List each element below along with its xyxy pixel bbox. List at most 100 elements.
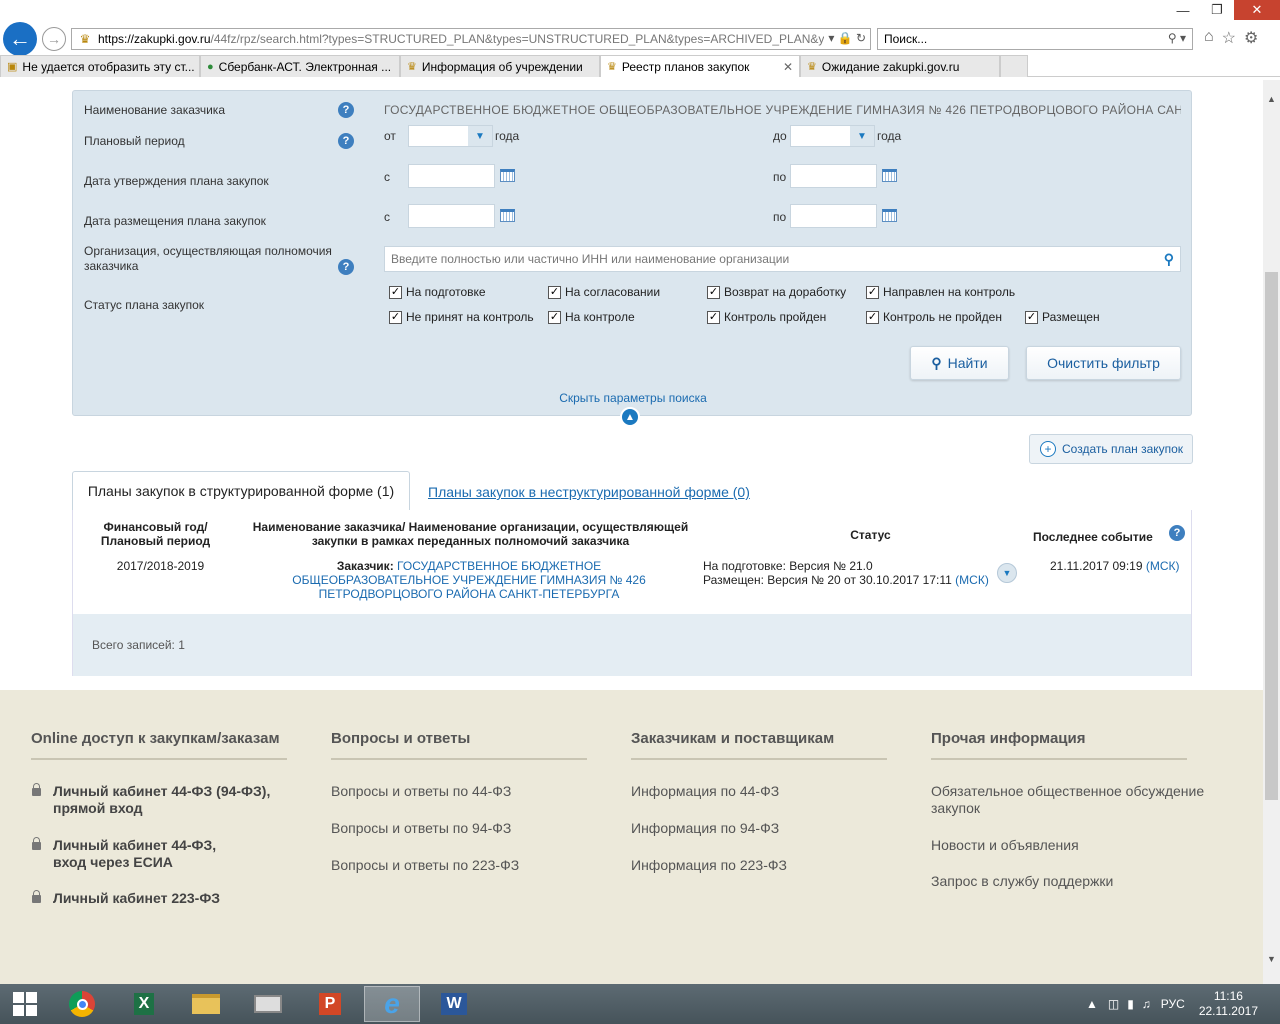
favorites-star-icon[interactable]: ☆ <box>1222 28 1236 48</box>
approval-date-to-input[interactable] <box>790 164 877 188</box>
scrollbar-thumb[interactable] <box>1265 272 1278 800</box>
maximize-icon[interactable]: ❐ <box>1200 0 1234 20</box>
browser-tab[interactable]: ♛ Информация об учреждении <box>400 55 600 77</box>
status-checkbox[interactable]: ✓ На подготовке <box>389 285 486 299</box>
address-bar[interactable]: ♛ https://zakupki.gov.ru /44fz/rpz/searc… <box>71 28 871 50</box>
period-from-select[interactable]: ▼ <box>408 125 493 147</box>
calendar-icon[interactable] <box>500 209 515 222</box>
help-icon[interactable]: ? <box>338 102 354 118</box>
year-label: года <box>495 129 520 143</box>
clock[interactable]: 11:16 22.11.2017 <box>1199 989 1258 1019</box>
footer-link[interactable]: Информация по 44-ФЗ <box>631 783 779 800</box>
create-plan-button[interactable]: + Создать план закупок <box>1029 434 1193 464</box>
scroll-down-icon[interactable]: ▼ <box>1263 954 1280 964</box>
home-icon[interactable]: ⌂ <box>1204 28 1214 48</box>
status-checkbox[interactable]: ✓ Направлен на контроль <box>866 285 1015 299</box>
help-icon[interactable]: ? <box>338 259 354 275</box>
tab-unstructured-plans[interactable]: Планы закупок в неструктурированной форм… <box>428 484 750 500</box>
scroll-up-icon[interactable]: ▲ <box>1263 94 1280 104</box>
scanner-icon[interactable] <box>240 986 296 1022</box>
volume-icon[interactable]: ♫ <box>1142 997 1151 1011</box>
placement-date-from-input[interactable] <box>408 204 495 228</box>
checkbox-checked-icon[interactable]: ✓ <box>1025 310 1038 324</box>
vertical-scrollbar[interactable]: ▲ ▼ <box>1263 80 1280 987</box>
status-checkbox[interactable]: ✓ Контроль не пройден <box>866 310 1002 324</box>
calendar-icon[interactable] <box>500 169 515 182</box>
find-button[interactable]: ⚲ Найти <box>910 346 1009 380</box>
internet-explorer-icon[interactable]: e <box>364 986 420 1022</box>
tz-link[interactable]: (МСК) <box>955 573 989 587</box>
chevron-down-icon[interactable]: ▼ <box>997 563 1017 583</box>
tab-structured-plans[interactable]: Планы закупок в структурированной форме … <box>72 471 410 510</box>
browser-search-input[interactable]: Поиск... ⚲ ▾ <box>877 28 1193 50</box>
browser-tab-active[interactable]: ♛ Реестр планов закупок ✕ <box>600 55 800 77</box>
file-explorer-icon[interactable] <box>178 986 234 1022</box>
footer-link[interactable]: Информация по 94-ФЗ <box>631 820 779 837</box>
battery-icon[interactable]: ▮ <box>1127 997 1134 1011</box>
hide-search-params-link[interactable]: Скрыть параметры поиска <box>73 391 1193 405</box>
footer-link-cabinet-223[interactable]: Личный кабинет 223-ФЗ <box>32 890 220 907</box>
settings-gear-icon[interactable]: ⚙ <box>1244 28 1258 48</box>
start-button[interactable] <box>0 984 50 1024</box>
checkbox-checked-icon[interactable]: ✓ <box>707 285 720 299</box>
checkbox-checked-icon[interactable]: ✓ <box>707 310 720 324</box>
calendar-icon[interactable] <box>882 209 897 222</box>
checkbox-checked-icon[interactable]: ✓ <box>548 310 561 324</box>
lock-refresh-icons[interactable]: ▾ 🔒 ↻ <box>824 31 866 45</box>
status-checkbox[interactable]: ✓ На согласовании <box>548 285 660 299</box>
input-language[interactable]: РУС <box>1161 997 1185 1011</box>
customer-name-value[interactable]: ГОСУДАРСТВЕННОЕ БЮДЖЕТНОЕ ОБЩЕОБРАЗОВАТЕ… <box>384 103 1181 117</box>
period-to-select[interactable]: ▼ <box>790 125 875 147</box>
chrome-icon[interactable] <box>54 986 110 1022</box>
help-icon[interactable]: ? <box>338 133 354 149</box>
search-icon[interactable]: ⚲ ▾ <box>1168 31 1186 45</box>
checkbox-checked-icon[interactable]: ✓ <box>866 285 879 299</box>
org-search-input[interactable]: Введите полностью или частично ИНН или н… <box>384 246 1181 272</box>
help-icon[interactable]: ? <box>1169 525 1185 541</box>
checkbox-checked-icon[interactable]: ✓ <box>548 285 561 299</box>
search-icon[interactable]: ⚲ <box>1164 251 1174 268</box>
calendar-icon[interactable] <box>882 169 897 182</box>
powerpoint-icon[interactable]: P <box>302 986 358 1022</box>
network-icon[interactable]: ◫ <box>1108 997 1119 1011</box>
status-checkbox[interactable]: ✓ Контроль пройден <box>707 310 826 324</box>
search-filter-panel: Наименование заказчика ? ГОСУДАРСТВЕННОЕ… <box>72 90 1193 427</box>
word-icon[interactable]: W <box>426 986 482 1022</box>
chevron-up-icon[interactable]: ▲ <box>620 407 640 427</box>
status-checkbox[interactable]: ✓ На контроле <box>548 310 635 324</box>
chevron-down-icon[interactable]: ▼ <box>850 126 874 146</box>
tz-link[interactable]: (МСК) <box>1146 559 1180 573</box>
browser-tab[interactable]: ● Сбербанк-АСТ. Электронная ... <box>200 55 400 77</box>
footer-link[interactable]: Вопросы и ответы по 223-ФЗ <box>331 857 519 874</box>
close-icon[interactable]: ✕ <box>1234 0 1280 20</box>
checkbox-checked-icon[interactable]: ✓ <box>866 310 879 324</box>
forward-button[interactable]: → <box>42 27 66 51</box>
footer-link[interactable]: Вопросы и ответы по 94-ФЗ <box>331 820 511 837</box>
back-button[interactable]: ← <box>3 22 37 56</box>
footer-link[interactable]: Новости и объявления <box>931 837 1079 854</box>
close-tab-icon[interactable]: ✕ <box>775 60 793 74</box>
footer-link[interactable]: Обязательное общественное обсуждение заку… <box>931 783 1204 817</box>
footer-link[interactable]: Информация по 223-ФЗ <box>631 857 787 874</box>
col-header-status: Статус <box>850 528 891 542</box>
new-tab-button[interactable] <box>1000 55 1028 77</box>
status-checkbox[interactable]: ✓ Не принят на контроль <box>389 310 534 324</box>
minimize-icon[interactable]: — <box>1166 0 1200 20</box>
footer-link-cabinet-44[interactable]: Личный кабинет 44-ФЗ (94-ФЗ), прямой вход <box>32 783 270 817</box>
browser-tab[interactable]: ▣ Не удается отобразить эту ст... <box>0 55 200 77</box>
status-checkbox[interactable]: ✓ Размещен <box>1025 310 1100 324</box>
tab-label: Ожидание zakupki.gov.ru <box>821 59 960 74</box>
clear-filter-button[interactable]: Очистить фильтр <box>1026 346 1181 380</box>
footer-link[interactable]: Вопросы и ответы по 44-ФЗ <box>331 783 511 800</box>
footer-link-cabinet-esia[interactable]: Личный кабинет 44-ФЗ, вход через ЕСИА <box>32 837 216 871</box>
status-checkbox[interactable]: ✓ Возврат на доработку <box>707 285 846 299</box>
chevron-up-icon[interactable]: ▲ <box>1086 997 1098 1011</box>
checkbox-checked-icon[interactable]: ✓ <box>389 285 402 299</box>
checkbox-checked-icon[interactable]: ✓ <box>389 310 402 324</box>
placement-date-to-input[interactable] <box>790 204 877 228</box>
footer-link[interactable]: Запрос в службу поддержки <box>931 873 1113 890</box>
browser-tab[interactable]: ♛ Ожидание zakupki.gov.ru <box>800 55 1000 77</box>
chevron-down-icon[interactable]: ▼ <box>468 126 492 146</box>
excel-icon[interactable]: X <box>116 986 172 1022</box>
approval-date-from-input[interactable] <box>408 164 495 188</box>
